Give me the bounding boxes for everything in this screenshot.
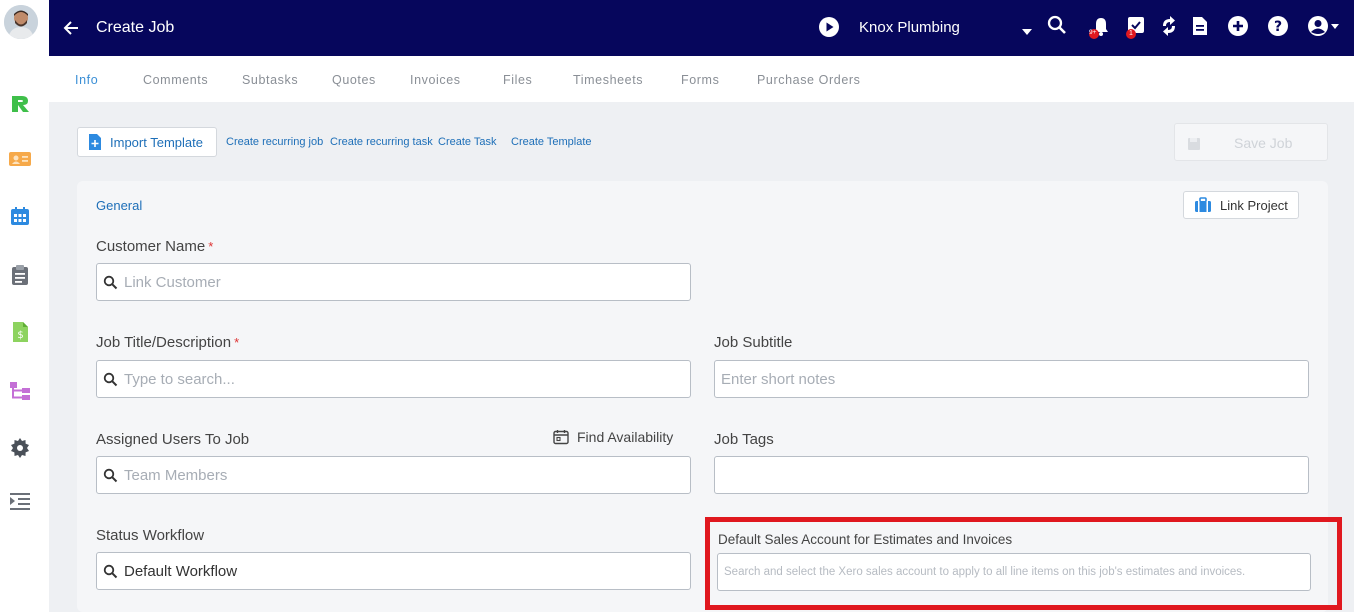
tab-files[interactable]: Files	[503, 73, 532, 87]
import-template-label: Import Template	[110, 134, 203, 150]
invoice-dollar-icon[interactable]: $	[9, 321, 31, 343]
page-title: Create Job	[96, 19, 175, 36]
job-subtitle-label: Job Subtitle	[714, 334, 793, 351]
job-title-label-text: Job Title/Description	[96, 334, 232, 351]
brand-logo-icon[interactable]	[9, 93, 31, 115]
company-dropdown-caret-icon[interactable]	[1021, 24, 1033, 35]
tab-forms[interactable]: Forms	[681, 73, 719, 87]
svg-text:$: $	[17, 330, 23, 341]
highlight-box	[705, 517, 1342, 610]
calendar-icon	[553, 430, 569, 445]
save-job-label: Save Job	[1234, 135, 1293, 151]
status-workflow-value: Default Workflow	[124, 562, 238, 580]
status-workflow-label: Status Workflow	[96, 527, 205, 544]
save-disk-icon	[1188, 138, 1200, 150]
search-icon	[103, 275, 118, 289]
search-icon	[103, 564, 118, 578]
sidebar: $	[0, 0, 49, 612]
job-tags-input[interactable]	[714, 456, 1309, 494]
file-plus-icon	[89, 134, 101, 150]
search-icon[interactable]	[1046, 14, 1070, 40]
link-project-label: Link Project	[1220, 197, 1288, 213]
link-project-button[interactable]: Link Project	[1183, 191, 1299, 219]
tab-info[interactable]: Info	[75, 73, 98, 87]
contacts-card-icon[interactable]	[9, 148, 31, 170]
customer-name-input[interactable]: Link Customer	[96, 263, 691, 301]
avatar[interactable]	[4, 5, 38, 39]
customer-name-label: Customer Name *	[96, 238, 213, 255]
task-note-icon[interactable]: 1	[1124, 14, 1148, 40]
tab-purchase-orders[interactable]: Purchase Orders	[757, 73, 860, 87]
job-tags-label: Job Tags	[714, 431, 774, 448]
job-subtitle-placeholder: Enter short notes	[721, 370, 836, 388]
sync-icon[interactable]	[1158, 14, 1182, 40]
required-marker: *	[234, 335, 240, 350]
customer-name-placeholder: Link Customer	[124, 273, 221, 291]
job-title-label: Job Title/Description *	[96, 334, 239, 351]
notification-bell-icon[interactable]: 9+	[1088, 14, 1112, 40]
assigned-users-placeholder: Team Members	[124, 466, 228, 484]
tab-invoices[interactable]: Invoices	[410, 73, 461, 87]
job-title-placeholder: Type to search...	[124, 370, 235, 388]
search-icon	[103, 372, 118, 386]
document-icon[interactable]	[1190, 14, 1214, 40]
tab-timesheets[interactable]: Timesheets	[573, 73, 643, 87]
create-task-link[interactable]: Create Task	[438, 136, 497, 148]
required-marker: *	[208, 239, 214, 254]
section-title-general: General	[96, 198, 143, 213]
svg-text:?: ?	[1274, 19, 1282, 35]
company-selector-label[interactable]: Knox Plumbing	[859, 19, 960, 36]
assigned-users-label: Assigned Users To Job	[96, 431, 250, 448]
job-subtitle-input[interactable]: Enter short notes	[714, 360, 1309, 398]
tab-bar: Info Comments Subtasks Quotes Invoices F…	[49, 56, 1354, 102]
briefcase-icon	[1195, 197, 1211, 212]
tab-subtasks[interactable]: Subtasks	[242, 73, 298, 87]
find-availability-label: Find Availability	[577, 429, 674, 445]
calendar-icon[interactable]	[9, 205, 31, 227]
help-icon[interactable]: ?	[1266, 14, 1290, 40]
back-arrow-icon[interactable]	[61, 18, 81, 38]
tab-comments[interactable]: Comments	[143, 73, 208, 87]
settings-gear-icon[interactable]	[9, 437, 31, 459]
customer-name-label-text: Customer Name	[96, 238, 206, 255]
clipboard-icon[interactable]	[9, 264, 31, 286]
create-recurring-task-link[interactable]: Create recurring task	[330, 136, 433, 148]
task-badge: 1	[1129, 30, 1133, 37]
create-template-link[interactable]: Create Template	[511, 136, 592, 148]
job-title-input[interactable]: Type to search...	[96, 360, 691, 398]
assigned-users-input[interactable]: Team Members	[96, 456, 691, 494]
status-workflow-input[interactable]: Default Workflow	[96, 552, 691, 590]
hierarchy-icon[interactable]	[9, 380, 31, 402]
add-circle-icon[interactable]	[1226, 14, 1250, 40]
save-job-button[interactable]: Save Job	[1174, 123, 1328, 161]
user-account-icon[interactable]	[1306, 14, 1346, 40]
tab-quotes[interactable]: Quotes	[332, 73, 376, 87]
notification-badge: 9+	[1089, 29, 1097, 36]
search-icon	[103, 468, 118, 482]
play-icon[interactable]	[818, 16, 840, 38]
find-availability-button[interactable]: Find Availability	[553, 429, 673, 445]
create-recurring-job-link[interactable]: Create recurring job	[226, 136, 323, 148]
import-template-button[interactable]: Import Template	[77, 127, 217, 157]
top-bar: Create Job Knox Plumbing 9+ 1 ?	[49, 0, 1354, 56]
indent-list-icon[interactable]	[9, 491, 31, 513]
